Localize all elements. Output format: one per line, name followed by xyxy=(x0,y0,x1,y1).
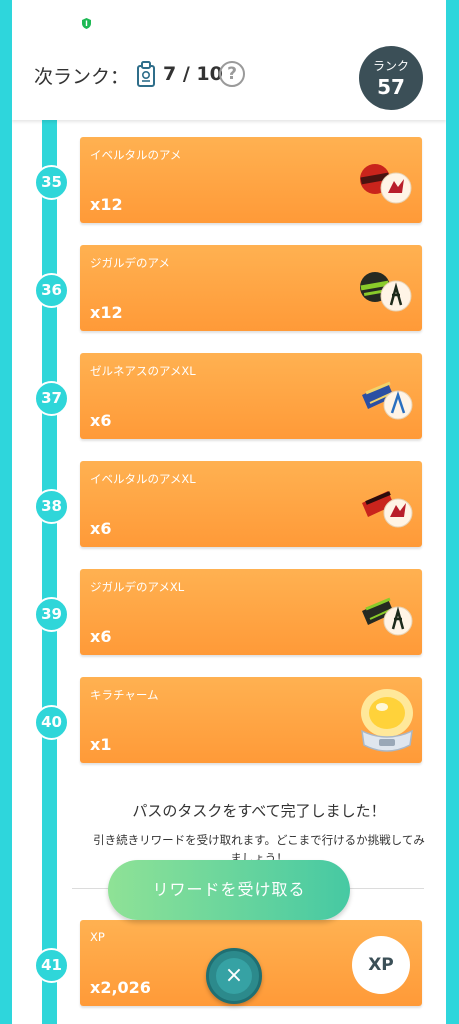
level-node: 36 xyxy=(34,273,69,308)
reward-quantity: x1 xyxy=(90,735,112,754)
reward-title: ジガルデのアメ xyxy=(90,256,170,270)
lucky-charm-icon xyxy=(361,689,413,752)
zygarde-candy-xl-icon xyxy=(362,597,413,636)
close-button[interactable]: × xyxy=(206,948,262,1004)
level-node: 40 xyxy=(34,705,69,740)
zygarde-candy-icon xyxy=(360,272,412,312)
rank-value: 57 xyxy=(377,75,405,99)
level-node: 35 xyxy=(34,165,69,200)
xerneas-candy-xl-icon xyxy=(362,381,413,420)
reward-quantity: x6 xyxy=(90,627,112,646)
level-node: 37 xyxy=(34,381,69,416)
close-icon: × xyxy=(216,958,252,994)
level-node: 38 xyxy=(34,489,69,524)
reward-title: イベルタルのアメ xyxy=(90,148,182,162)
yveltal-candy-icon xyxy=(360,164,412,204)
reward-title: ゼルネアスのアメXL xyxy=(90,364,196,378)
reward-title: XP xyxy=(90,930,105,944)
reward-card[interactable]: キラチャーム x1 xyxy=(80,677,422,763)
rank-label: ランク xyxy=(372,59,409,73)
claim-rewards-button[interactable]: リワードを受け取る xyxy=(108,860,350,920)
shield-icon xyxy=(82,18,91,29)
next-rank-label: 次ランク： xyxy=(34,66,130,88)
reward-quantity: x2,026 xyxy=(90,978,151,997)
reward-card[interactable]: イベルタルのアメXL x6 xyxy=(80,461,422,547)
header: 次ランク： 7 / 10 ? ランク 57 xyxy=(12,0,446,120)
reward-quantity: x6 xyxy=(90,519,112,538)
reward-title: ジガルデのアメXL xyxy=(90,580,185,594)
rank-badge: ランク 57 xyxy=(359,46,423,110)
reward-title: イベルタルのアメXL xyxy=(90,472,196,486)
xp-icon: XP xyxy=(352,936,410,994)
timeline-track xyxy=(42,120,57,1024)
yveltal-candy-xl-icon xyxy=(362,491,413,528)
task-clipboard-icon xyxy=(137,61,155,87)
completion-message: パスのタスクをすべて完了しました！ 引き続きリワードを受け取れます。どこまで行け… xyxy=(72,800,446,867)
rank-progress: 7 / 10 xyxy=(163,63,223,85)
level-node: 39 xyxy=(34,597,69,632)
reward-title: キラチャーム xyxy=(90,688,159,702)
reward-quantity: x6 xyxy=(90,411,112,430)
help-icon[interactable]: ? xyxy=(219,61,245,87)
level-node: 41 xyxy=(34,948,69,983)
reward-card[interactable]: イベルタルのアメ x12 xyxy=(80,137,422,223)
reward-card[interactable]: ジガルデのアメXL x6 xyxy=(80,569,422,655)
completion-title: パスのタスクをすべて完了しました！ xyxy=(132,802,386,820)
reward-card[interactable]: ジガルデのアメ x12 xyxy=(80,245,422,331)
reward-pass-panel: 次ランク： 7 / 10 ? ランク 57 35 イベルタルのアメ x12 36… xyxy=(12,0,446,1024)
reward-quantity: x12 xyxy=(90,303,123,322)
reward-quantity: x12 xyxy=(90,195,123,214)
reward-card[interactable]: ゼルネアスのアメXL x6 xyxy=(80,353,422,439)
